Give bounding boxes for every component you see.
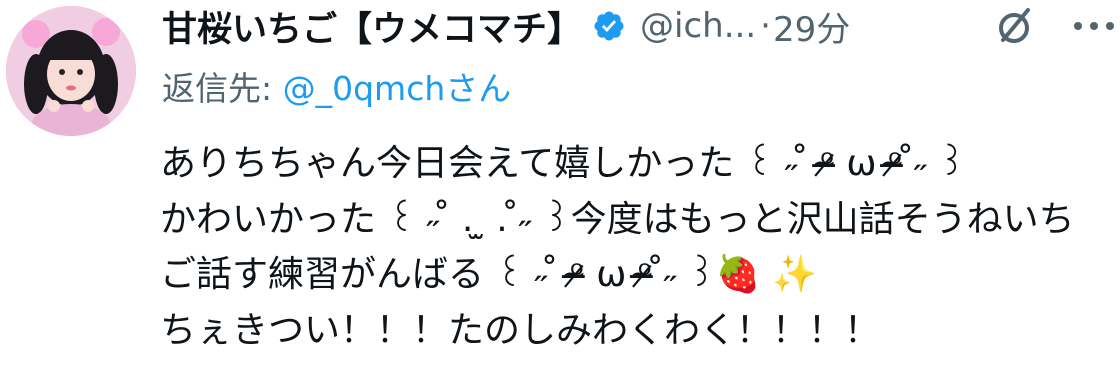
reply-target-link[interactable]: @_0qmchさん (283, 69, 512, 108)
tweet-header: 甘桜いちご【ウメコマチ】 @ich... · 29分 (162, 0, 1112, 52)
user-handle[interactable]: @ich... (640, 6, 756, 46)
grok-icon[interactable] (990, 2, 1038, 50)
reply-context: 返信先: @_0qmchさん (162, 62, 511, 110)
reply-prefix: 返信先: (162, 69, 283, 108)
verified-badge-icon (592, 9, 626, 43)
more-options-icon[interactable] (1068, 8, 1120, 44)
tweet-text-line: ご話す練習がんばる ꒰ ˶ ̊ ᵒ̴̶̷ ω ᵒ̴̶̷ ̊˶ ꒱🍓 ✨ (160, 254, 817, 295)
header-separator: · (760, 6, 771, 46)
tweet-text: ありちちゃん今日会えて嬉しかった ꒰ ˶ ̊ ᵒ̴̶̷ ω ᵒ̴̶̷ ̊˶ ꒱ … (160, 136, 1115, 358)
tweet-text-line: かわいかった ꒰ ˶ ̊ . ̫ . ̊˶ ꒱今度はもっと沢山話そうねいち (160, 198, 1075, 240)
timestamp[interactable]: 29分 (773, 2, 850, 51)
tweet-text-line: ちぇきつい！！！たのしみわくわく！！！！ (160, 309, 881, 351)
tweet[interactable]: 甘桜いちご【ウメコマチ】 @ich... · 29分 返信先: @_0qmchさ… (0, 0, 1120, 373)
avatar[interactable] (6, 6, 136, 136)
avatar-image (6, 6, 136, 136)
display-name[interactable]: 甘桜いちご【ウメコマチ】 (162, 1, 582, 52)
tweet-text-line: ありちちゃん今日会えて嬉しかった ꒰ ˶ ̊ ᵒ̴̶̷ ω ᵒ̴̶̷ ̊˶ ꒱ (160, 143, 966, 184)
